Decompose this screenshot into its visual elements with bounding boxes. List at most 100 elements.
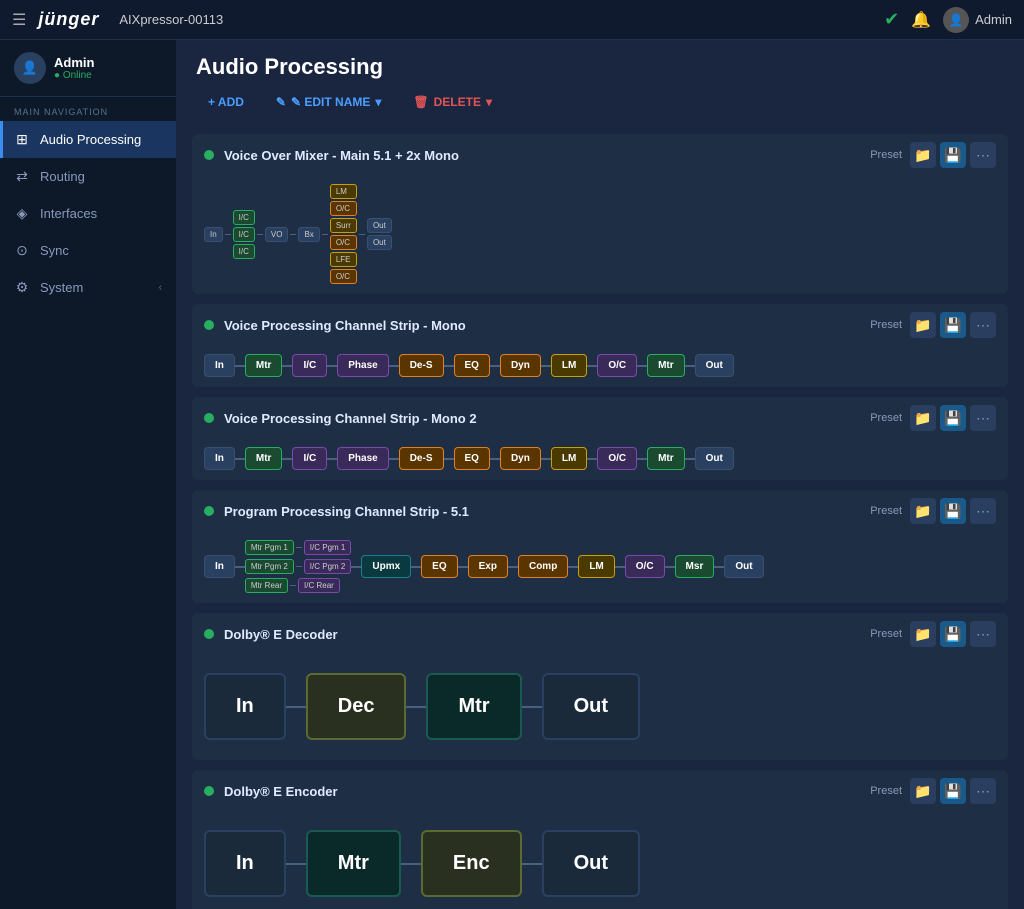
chain-block-phase: Phase bbox=[337, 354, 388, 377]
more-button[interactable]: ⋯ bbox=[970, 498, 996, 524]
signal-chain: In Mtr Enc Out bbox=[204, 820, 996, 907]
chain-block-bx: Bx bbox=[298, 227, 319, 242]
card-voice-over-mixer: Voice Over Mixer - Main 5.1 + 2x Mono Pr… bbox=[192, 134, 1008, 294]
chain-block-out: Out bbox=[542, 830, 640, 897]
card-body: In Mtr I/C Phase De-S EQ Dyn bbox=[192, 439, 1008, 480]
preset-label: Preset bbox=[870, 785, 902, 797]
chain-block-dyn: Dyn bbox=[500, 447, 541, 470]
sidebar-item-routing[interactable]: ⇄ Routing bbox=[0, 158, 176, 195]
chain-line bbox=[225, 234, 231, 235]
card-header: Dolby® E Decoder Preset 📁 💾 ⋯ bbox=[192, 613, 1008, 655]
user-menu[interactable]: 👤 Admin bbox=[943, 7, 1012, 33]
folder-button[interactable]: 📁 bbox=[910, 778, 936, 804]
delete-trash-icon: 🗑 bbox=[413, 95, 428, 109]
chain-line bbox=[508, 566, 518, 568]
chain-line bbox=[327, 458, 337, 460]
chain-block-eq: EQ bbox=[454, 447, 490, 470]
more-button[interactable]: ⋯ bbox=[970, 621, 996, 647]
card-actions: 📁 💾 ⋯ bbox=[910, 621, 996, 647]
interfaces-icon: ◈ bbox=[14, 205, 30, 222]
more-button[interactable]: ⋯ bbox=[970, 142, 996, 168]
signal-chain: In Dec Mtr Out bbox=[204, 663, 996, 750]
chain-block-vo: VO bbox=[265, 227, 289, 242]
folder-button[interactable]: 📁 bbox=[910, 621, 936, 647]
card-body: In Dec Mtr Out bbox=[192, 655, 1008, 760]
sidebar: 👤 Admin ● Online MAIN NAVIGATION ⊞ Audio… bbox=[0, 40, 176, 909]
sidebar-item-sync[interactable]: ⊙ Sync bbox=[0, 232, 176, 269]
chain-block-in: In bbox=[204, 447, 235, 470]
bell-icon[interactable]: 🔔 bbox=[911, 10, 931, 30]
chain-line bbox=[541, 458, 551, 460]
delete-label: DELETE bbox=[434, 95, 481, 109]
card-header: Voice Over Mixer - Main 5.1 + 2x Mono Pr… bbox=[192, 134, 1008, 176]
sidebar-item-system[interactable]: ⚙ System ‹ bbox=[0, 269, 176, 306]
more-button[interactable]: ⋯ bbox=[970, 312, 996, 338]
card-header: Voice Processing Channel Strip - Mono Pr… bbox=[192, 304, 1008, 346]
sync-icon: ⊙ bbox=[14, 242, 30, 259]
menu-icon[interactable]: ☰ bbox=[12, 10, 26, 30]
folder-button[interactable]: 📁 bbox=[910, 405, 936, 431]
chain-block-oc: O/C bbox=[625, 555, 665, 578]
save-button[interactable]: 💾 bbox=[940, 498, 966, 524]
chain-block-lm: LM bbox=[551, 354, 587, 377]
chain-line bbox=[587, 458, 597, 460]
chain-line bbox=[235, 458, 245, 460]
preset-label: Preset bbox=[870, 628, 902, 640]
chain-line bbox=[235, 365, 245, 367]
chain-line bbox=[444, 458, 454, 460]
chain-block-enc: Enc bbox=[421, 830, 522, 897]
collapse-icon: ‹ bbox=[159, 282, 162, 293]
chain-line bbox=[490, 458, 500, 460]
chain-block-lm: LM bbox=[578, 555, 614, 578]
status-dot bbox=[204, 150, 214, 160]
stacked-inputs: I/C I/C I/C bbox=[233, 210, 255, 259]
sidebar-item-label: System bbox=[40, 280, 83, 295]
edit-pencil-icon: ✎ bbox=[276, 95, 286, 109]
folder-button[interactable]: 📁 bbox=[910, 142, 936, 168]
avatar: 👤 bbox=[943, 7, 969, 33]
more-button[interactable]: ⋯ bbox=[970, 405, 996, 431]
sidebar-item-interfaces[interactable]: ◈ Interfaces bbox=[0, 195, 176, 232]
page-title: Audio Processing bbox=[196, 54, 1004, 80]
chain-block-mtr: Mtr bbox=[306, 830, 401, 897]
card-body: In Mtr I/C Phase De-S EQ Dyn bbox=[192, 346, 1008, 387]
status-dot bbox=[204, 506, 214, 516]
save-button[interactable]: 💾 bbox=[940, 778, 966, 804]
chain-block-dyn: Dyn bbox=[500, 354, 541, 377]
sidebar-item-audio-processing[interactable]: ⊞ Audio Processing bbox=[0, 121, 176, 158]
chain-line bbox=[235, 566, 245, 568]
chain-line bbox=[257, 234, 263, 235]
sidebar-item-label: Audio Processing bbox=[40, 132, 141, 147]
delete-arrow-icon: ▾ bbox=[486, 95, 492, 109]
save-button[interactable]: 💾 bbox=[940, 405, 966, 431]
chain-line bbox=[401, 863, 421, 865]
folder-button[interactable]: 📁 bbox=[910, 312, 936, 338]
chain-block-oc: O/C bbox=[597, 354, 637, 377]
delete-button[interactable]: 🗑 DELETE ▾ bbox=[401, 90, 504, 114]
chain-block-ic: I/C bbox=[292, 447, 327, 470]
card-actions: 📁 💾 ⋯ bbox=[910, 312, 996, 338]
card-header: Program Processing Channel Strip - 5.1 P… bbox=[192, 490, 1008, 532]
card-title: Dolby® E Decoder bbox=[224, 627, 870, 642]
card-header: Voice Processing Channel Strip - Mono 2 … bbox=[192, 397, 1008, 439]
cards-area: Voice Over Mixer - Main 5.1 + 2x Mono Pr… bbox=[176, 126, 1024, 909]
save-button[interactable]: 💾 bbox=[940, 312, 966, 338]
edit-arrow-icon: ▾ bbox=[375, 95, 381, 109]
profile-status: ● Online bbox=[54, 70, 94, 81]
folder-button[interactable]: 📁 bbox=[910, 498, 936, 524]
add-button[interactable]: + ADD bbox=[196, 90, 256, 114]
layout: 👤 Admin ● Online MAIN NAVIGATION ⊞ Audio… bbox=[0, 40, 1024, 909]
edit-name-button[interactable]: ✎ ✎ EDIT NAME ▾ bbox=[264, 90, 393, 114]
save-button[interactable]: 💾 bbox=[940, 142, 966, 168]
chain-line bbox=[282, 365, 292, 367]
chain-block-lm: LM bbox=[551, 447, 587, 470]
chain-block-comp: Comp bbox=[518, 555, 568, 578]
sidebar-profile: 👤 Admin ● Online bbox=[0, 40, 176, 97]
chain-line bbox=[685, 365, 695, 367]
card-title: Voice Processing Channel Strip - Mono 2 bbox=[224, 411, 870, 426]
chain-line bbox=[615, 566, 625, 568]
stacked-right: Out Out bbox=[367, 218, 392, 250]
toolbar: + ADD ✎ ✎ EDIT NAME ▾ 🗑 DELETE ▾ bbox=[196, 90, 1004, 126]
more-button[interactable]: ⋯ bbox=[970, 778, 996, 804]
save-button[interactable]: 💾 bbox=[940, 621, 966, 647]
